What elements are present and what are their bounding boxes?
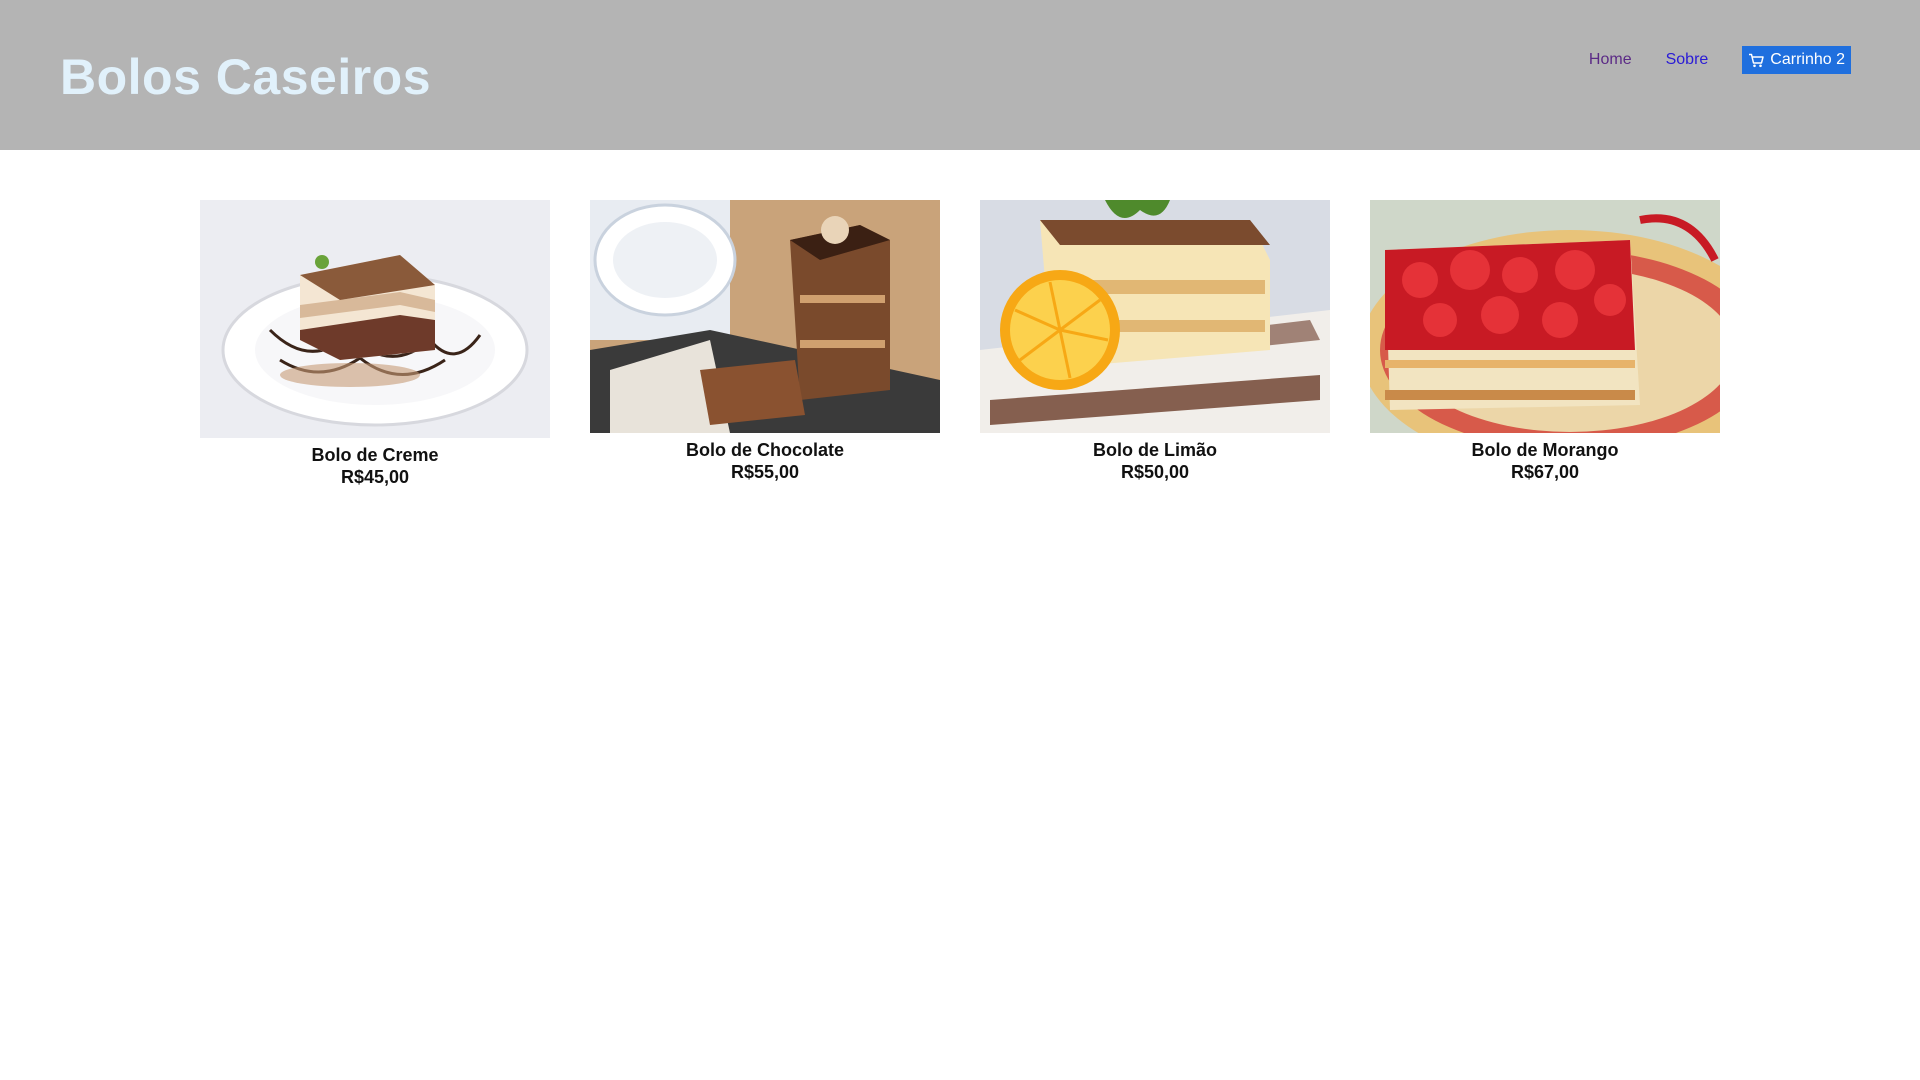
product-card[interactable]: Bolo de Limão R$50,00 bbox=[980, 200, 1330, 489]
product-price: R$67,00 bbox=[1510, 462, 1580, 482]
product-price: R$50,00 bbox=[1120, 462, 1190, 482]
cart-icon bbox=[1748, 53, 1765, 68]
product-price: R$45,00 bbox=[340, 467, 410, 487]
cream-cake-image[interactable] bbox=[200, 200, 550, 438]
lemon-cake-image[interactable] bbox=[980, 200, 1330, 433]
nav-home-link[interactable]: Home bbox=[1589, 51, 1632, 69]
nav-about-link[interactable]: Sobre bbox=[1666, 51, 1709, 69]
product-card[interactable]: Bolo de Chocolate R$55,00 bbox=[590, 200, 940, 489]
product-name: Bolo de Morango bbox=[1471, 440, 1619, 460]
product-name: Bolo de Limão bbox=[1092, 440, 1217, 460]
product-price: R$55,00 bbox=[730, 462, 800, 482]
product-name: Bolo de Creme bbox=[311, 445, 439, 465]
product-grid: Bolo de Creme R$45,00 Bolo de Chocolate … bbox=[200, 200, 1720, 489]
product-card[interactable]: Bolo de Morango R$67,00 bbox=[1370, 200, 1720, 489]
brand-title[interactable]: Bolos Caseiros bbox=[60, 48, 431, 106]
product-card[interactable]: Bolo de Creme R$45,00 bbox=[200, 200, 550, 489]
chocolate-cake-image[interactable] bbox=[590, 200, 940, 433]
cart-button[interactable]: Carrinho 2 bbox=[1742, 46, 1851, 74]
main-nav: Home Sobre Carrinho 2 bbox=[1589, 46, 1851, 74]
site-header: Bolos Caseiros Home Sobre Carrinho 2 bbox=[0, 0, 1920, 150]
strawberry-cake-image[interactable] bbox=[1370, 200, 1720, 433]
product-name: Bolo de Chocolate bbox=[685, 440, 844, 460]
cart-label: Carrinho 2 bbox=[1770, 51, 1845, 68]
